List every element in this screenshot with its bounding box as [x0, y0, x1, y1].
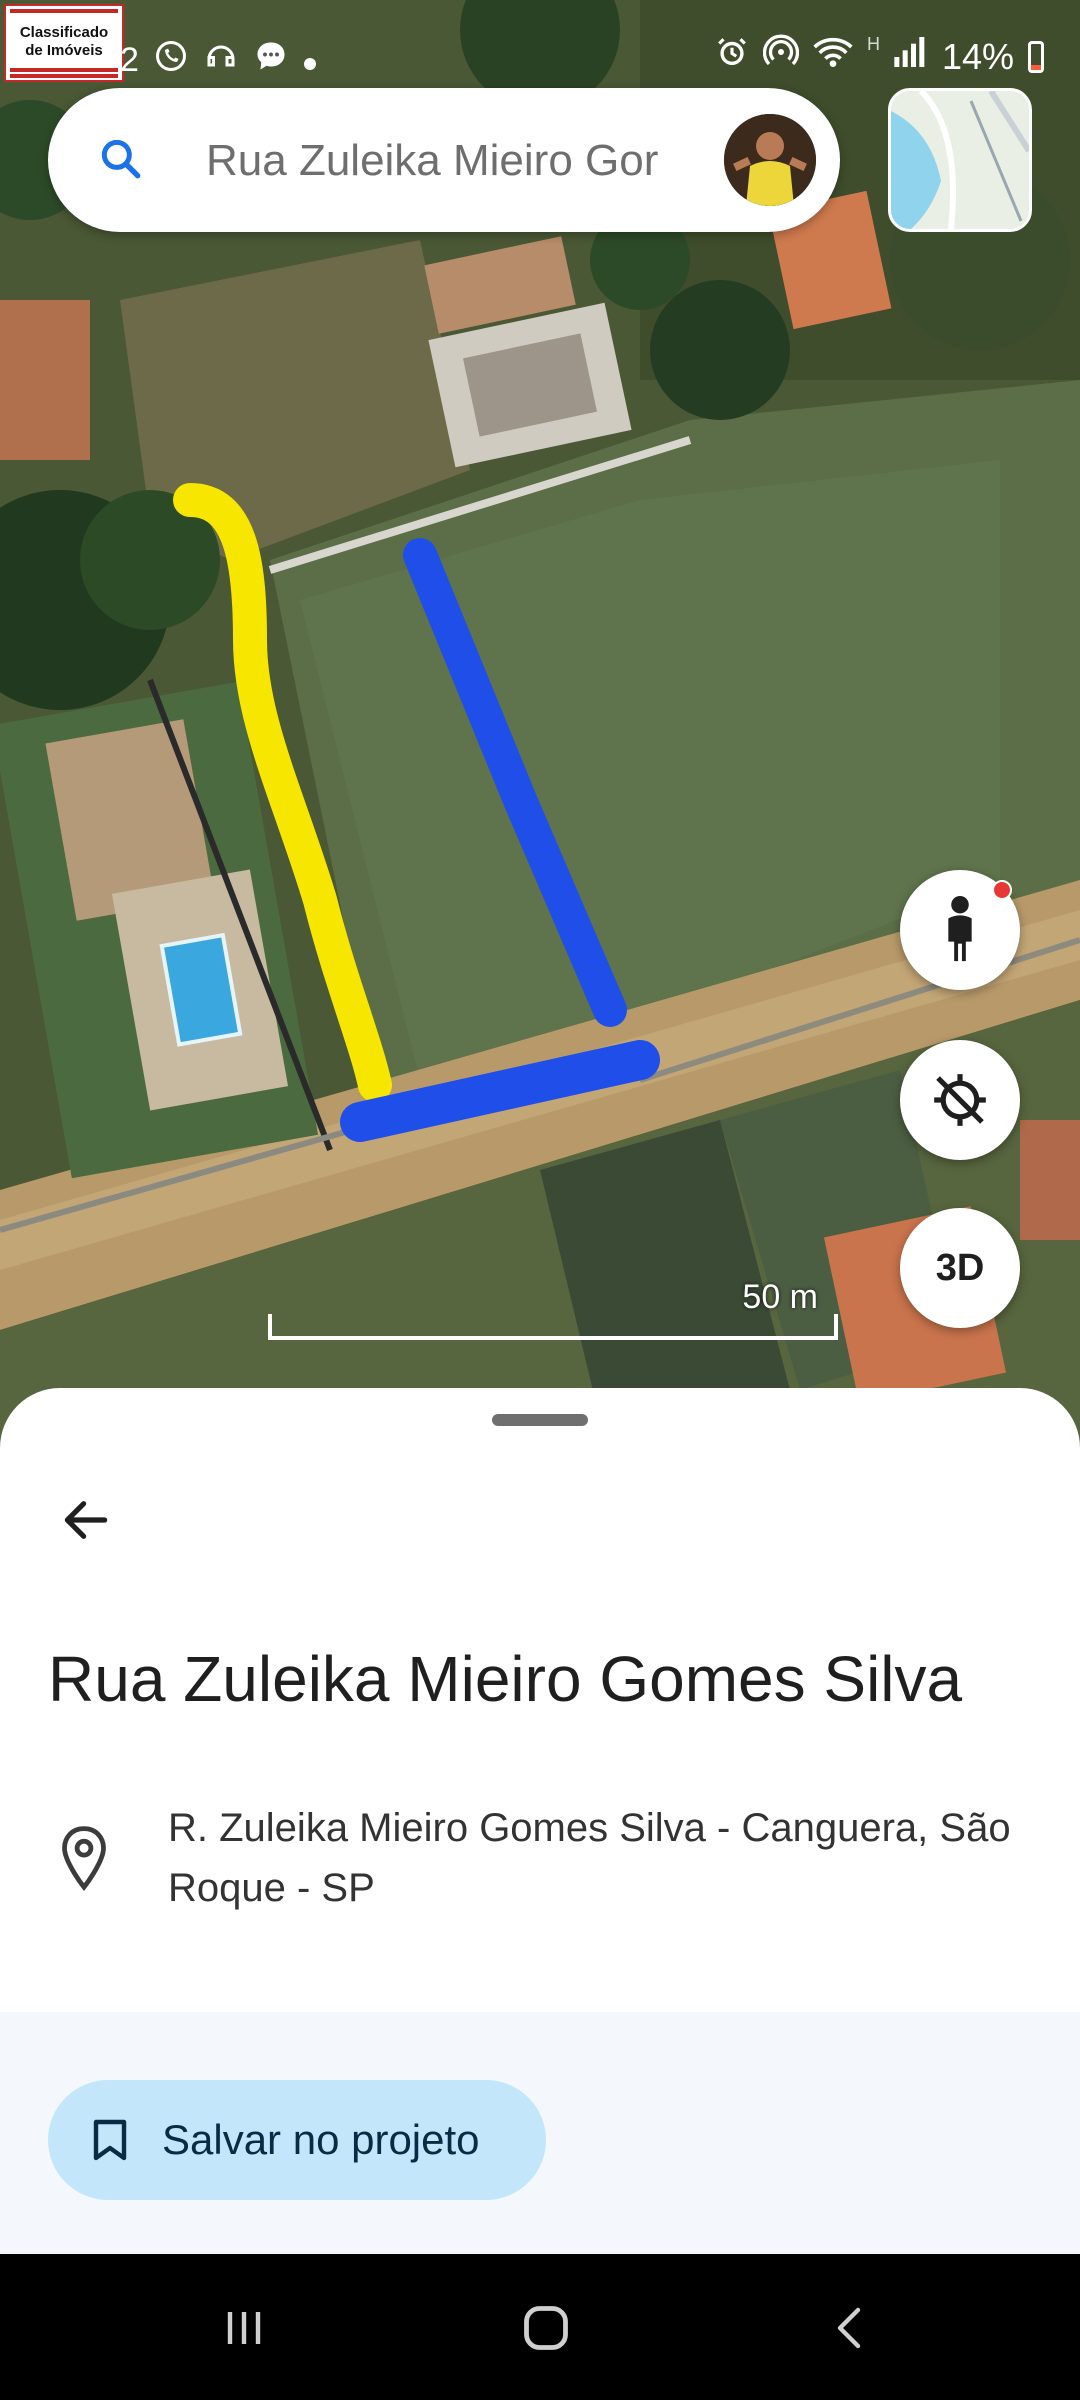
map-layers-button[interactable] — [888, 88, 1032, 232]
whatsapp-icon — [153, 38, 189, 83]
street-view-button[interactable] — [900, 870, 1020, 990]
actions-row: Salvar no projeto — [0, 2012, 1080, 2254]
location-pin-icon — [58, 1824, 110, 1899]
wifi-icon — [813, 35, 853, 78]
battery-percent: 14% — [941, 35, 1014, 77]
more-dot-icon — [303, 41, 317, 80]
hotspot-icon — [762, 34, 800, 79]
drag-handle[interactable] — [492, 1414, 588, 1426]
chevron-left-icon — [837, 2307, 861, 2349]
notification-icons: 2 — [120, 38, 317, 83]
recent-apps-button[interactable] — [204, 2296, 284, 2360]
app-logo: Classificado de Imóveis — [4, 4, 124, 82]
save-to-project-label: Salvar no projeto — [162, 2116, 480, 2163]
search-icon[interactable] — [96, 134, 146, 189]
search-input[interactable] — [204, 124, 738, 198]
scale-label: 50 m — [742, 1278, 818, 1316]
back-nav-button[interactable] — [810, 2296, 890, 2360]
headset-icon — [203, 38, 239, 83]
place-address: R. Zuleika Mieiro Gomes Silva - Canguera… — [168, 1806, 1011, 1910]
logo-line-2: de Imóveis — [25, 42, 103, 59]
search-bar[interactable] — [48, 88, 840, 232]
save-to-project-button[interactable]: Salvar no projeto — [48, 2080, 546, 2200]
battery-icon — [1028, 40, 1044, 73]
place-bottom-sheet[interactable]: Rua Zuleika Mieiro Gomes Silva R. Zuleik… — [0, 1388, 1080, 2254]
chat-icon — [253, 38, 289, 83]
pegman-icon — [948, 895, 972, 962]
map-scale-bar: 50 m — [268, 1270, 838, 1340]
back-button[interactable] — [54, 1488, 118, 1552]
location-off-icon — [934, 1074, 986, 1126]
notification-count: 2 — [120, 41, 139, 79]
logo-line-1: Classificado — [19, 24, 109, 41]
place-title: Rua Zuleika Mieiro Gomes Silva — [48, 1643, 963, 1715]
alarm-icon — [715, 35, 749, 78]
home-icon — [524, 2306, 568, 2350]
system-navigation-bar — [0, 2254, 1080, 2400]
arrow-left-icon — [64, 1501, 108, 1539]
bookmark-icon — [92, 2118, 136, 2162]
scale-line — [268, 1314, 838, 1340]
system-icons: H 14% — [715, 34, 1044, 79]
network-type-label: H — [866, 34, 880, 54]
avatar[interactable] — [724, 114, 816, 206]
my-location-button[interactable] — [900, 1040, 1020, 1160]
notification-dot — [992, 880, 1012, 900]
layers-thumbnail-icon — [891, 91, 1029, 229]
home-button[interactable] — [506, 2296, 586, 2360]
signal-icon — [894, 37, 928, 76]
3d-toggle-button[interactable]: 3D — [900, 1208, 1020, 1328]
recent-apps-icon — [227, 2312, 261, 2344]
